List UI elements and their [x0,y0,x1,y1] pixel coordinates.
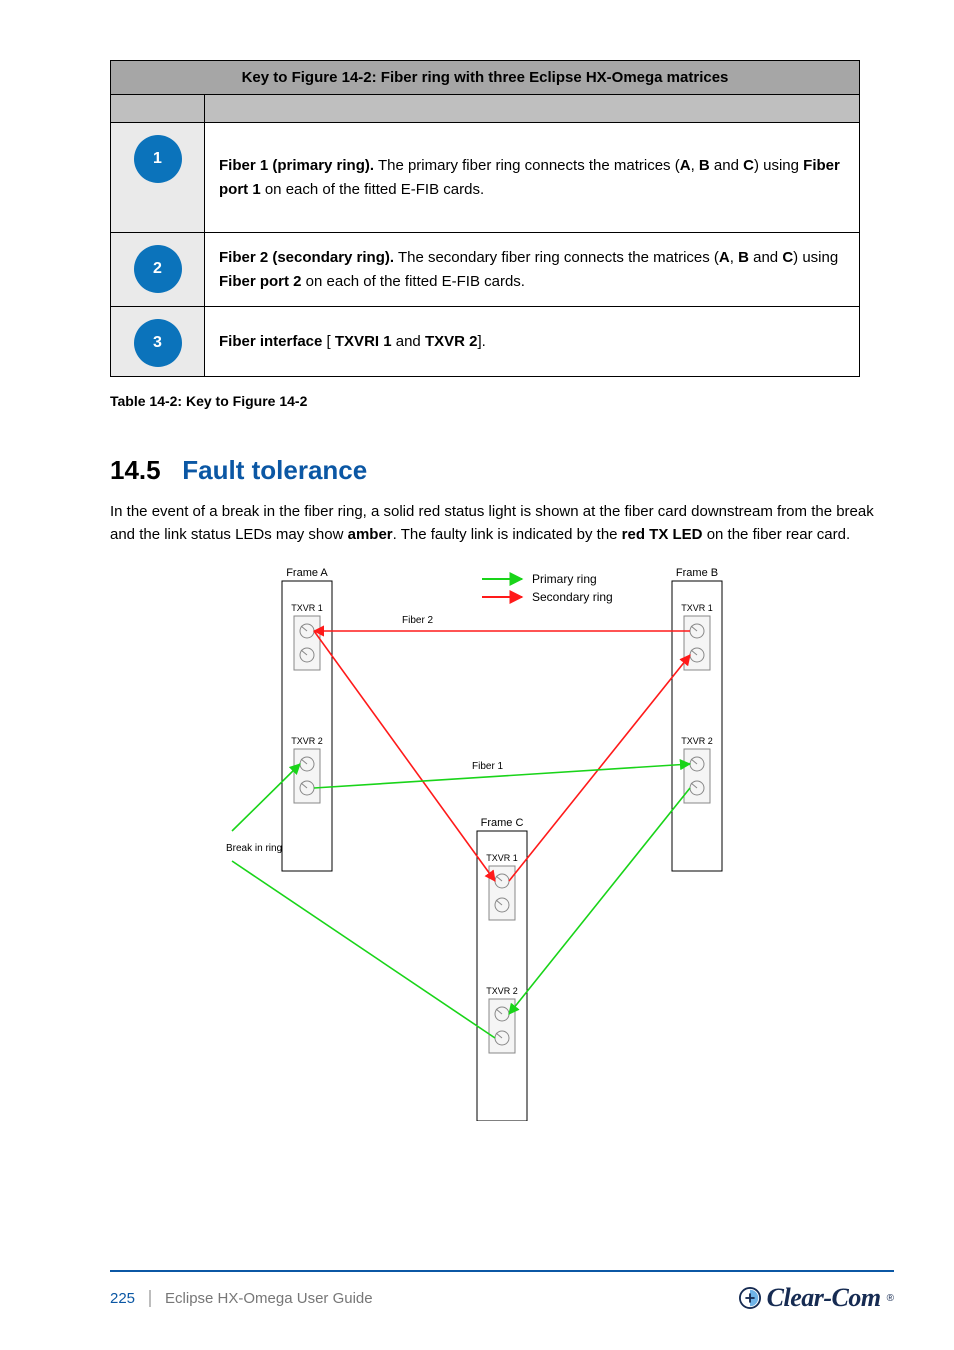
key-number-3: 3 [134,319,182,367]
svg-text:TXVR 1: TXVR 1 [681,603,713,613]
footer-rule [110,1270,894,1272]
fiber-ring-diagram: Primary ring Secondary ring Frame A TXVR… [222,561,782,1121]
table-title: Key to Figure 14-2: Fiber ring with thre… [111,61,860,95]
table-caption: Table 14-2: Key to Figure 14-2 [110,393,894,409]
key-number-2: 2 [134,245,182,293]
key-table: Key to Figure 14-2: Fiber ring with thre… [110,60,860,377]
legend-secondary: Secondary ring [532,590,613,604]
table-key-cell-1: 1 [111,123,205,233]
svg-text:Frame B: Frame B [676,567,718,579]
table-col-desc-header [205,95,860,123]
table-key-cell-3: 3 [111,307,205,377]
section-number: 14.5 [110,455,161,485]
page-number: 225 [110,1290,151,1307]
clearcom-icon [739,1287,761,1309]
table-desc-cell-3: Fiber interface [ TXVRI 1 and TXVR 2]. [205,307,860,377]
section-paragraph: In the event of a break in the fiber rin… [110,500,894,547]
frame-a: Frame A TXVR 1 TXVR 2 [282,567,332,871]
section-title: Fault tolerance [182,455,367,485]
table-key-cell-2: 2 [111,233,205,307]
table-col-key-header [111,95,205,123]
svg-text:TXVR 2: TXVR 2 [486,986,518,996]
section-heading: 14.5 Fault tolerance [110,455,894,486]
svg-text:Frame A: Frame A [286,567,328,579]
brand-logo: Clear-Com ® [739,1283,894,1313]
registered-mark: ® [887,1293,894,1304]
svg-text:TXVR 2: TXVR 2 [681,736,713,746]
fiber2-label: Fiber 2 [402,615,434,626]
legend-primary: Primary ring [532,572,597,586]
brand-text: Clear-Com [767,1283,881,1313]
svg-text:Frame C: Frame C [481,817,524,829]
svg-text:TXVR 1: TXVR 1 [486,853,518,863]
footer-doc-title: Eclipse HX-Omega User Guide [165,1290,373,1307]
svg-text:TXVR 1: TXVR 1 [291,603,323,613]
svg-text:TXVR 2: TXVR 2 [291,736,323,746]
table-desc-cell-2: Fiber 2 (secondary ring). The secondary … [205,233,860,307]
fiber1-label: Fiber 1 [472,761,504,772]
frame-c: Frame C TXVR 1 TXVR 2 [477,817,527,1121]
table-desc-cell-1: Fiber 1 (primary ring). The primary fibe… [205,123,860,233]
frame-b: Frame B TXVR 1 TXVR 2 [672,567,722,871]
key-number-1: 1 [134,135,182,183]
break-label: Break in ring [226,843,282,854]
page-footer: 225 Eclipse HX-Omega User Guide Clear-Co… [0,1270,954,1316]
